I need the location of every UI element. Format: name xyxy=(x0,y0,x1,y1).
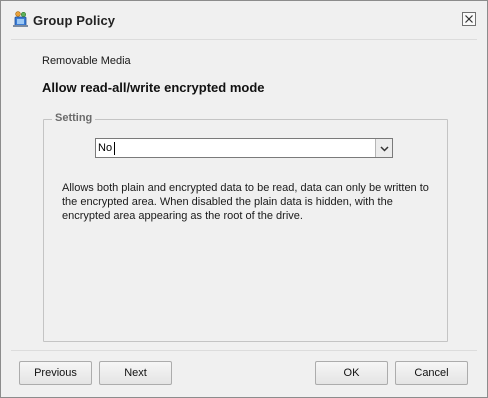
setting-groupbox: Setting No Allows both plain and encrypt… xyxy=(43,112,448,342)
close-icon xyxy=(465,10,473,28)
dropdown-button[interactable] xyxy=(375,139,392,157)
setting-dropdown[interactable]: No xyxy=(95,138,393,158)
ok-button[interactable]: OK xyxy=(315,361,388,385)
group-policy-icon xyxy=(12,10,31,29)
setting-dropdown-value: No xyxy=(98,142,113,154)
chevron-down-icon xyxy=(379,139,389,157)
policy-title: Allow read-all/write encrypted mode xyxy=(42,80,265,95)
policy-category: Removable Media xyxy=(42,55,131,67)
title-bar: Group Policy xyxy=(1,1,487,39)
group-policy-dialog: Group Policy Removable Media Allow read-… xyxy=(0,0,488,398)
close-button[interactable] xyxy=(462,12,476,26)
text-caret xyxy=(114,142,115,155)
setting-description: Allows both plain and encrypted data to … xyxy=(62,182,429,222)
next-button[interactable]: Next xyxy=(99,361,172,385)
setting-legend: Setting xyxy=(52,112,96,124)
cancel-button[interactable]: Cancel xyxy=(395,361,468,385)
window-title: Group Policy xyxy=(33,13,116,28)
dialog-content: Removable Media Allow read-all/write enc… xyxy=(11,39,477,351)
previous-button[interactable]: Previous xyxy=(19,361,92,385)
